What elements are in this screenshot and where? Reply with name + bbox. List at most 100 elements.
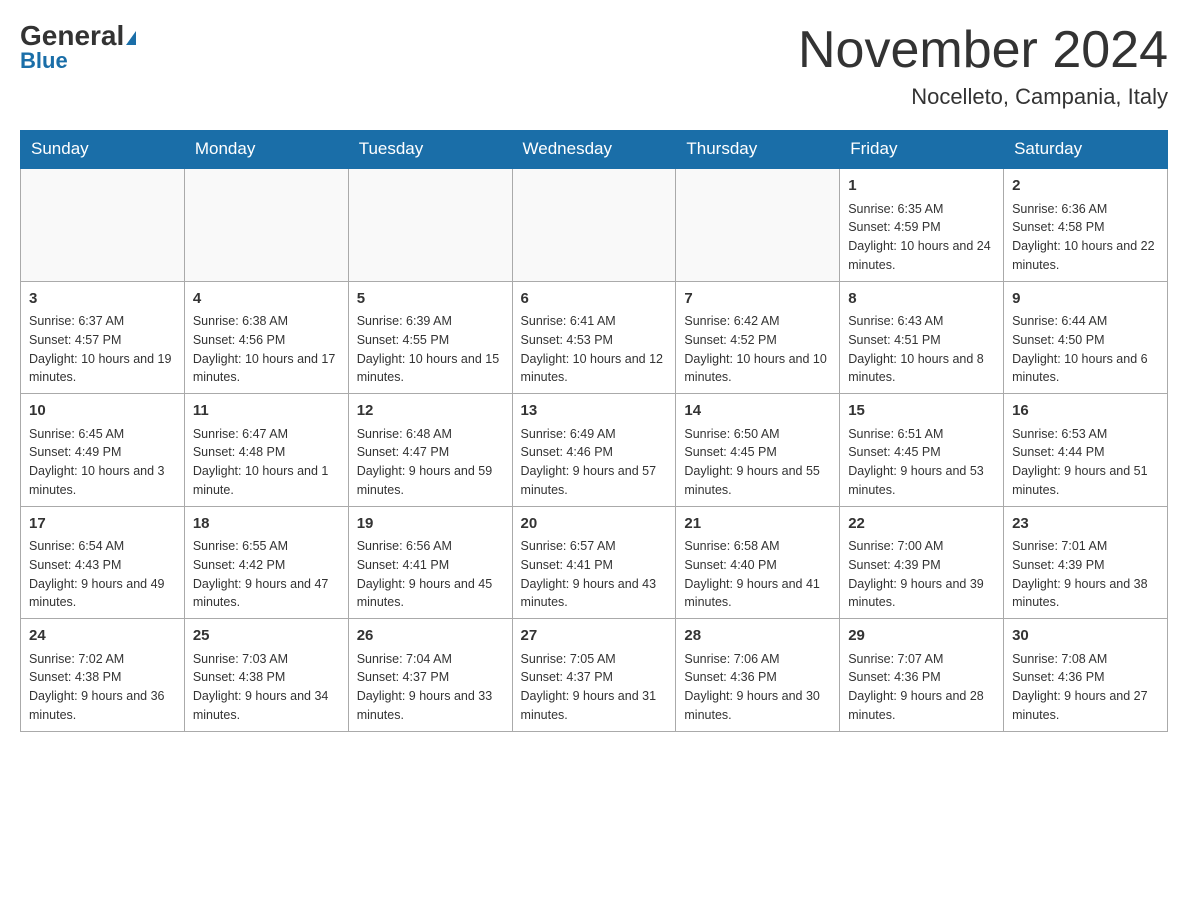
day-number: 22 [848,513,995,536]
day-number: 2 [1012,175,1159,198]
day-header-tuesday: Tuesday [348,131,512,169]
calendar-cell: 17Sunrise: 6:54 AM Sunset: 4:43 PM Dayli… [21,506,185,619]
day-info: Sunrise: 6:54 AM Sunset: 4:43 PM Dayligh… [29,537,176,612]
calendar-cell: 7Sunrise: 6:42 AM Sunset: 4:52 PM Daylig… [676,281,840,394]
page-header: General Blue November 2024 Nocelleto, Ca… [20,20,1168,110]
day-info: Sunrise: 7:07 AM Sunset: 4:36 PM Dayligh… [848,650,995,725]
day-info: Sunrise: 6:49 AM Sunset: 4:46 PM Dayligh… [521,425,668,500]
calendar-week-row: 3Sunrise: 6:37 AM Sunset: 4:57 PM Daylig… [21,281,1168,394]
calendar-cell: 8Sunrise: 6:43 AM Sunset: 4:51 PM Daylig… [840,281,1004,394]
calendar-cell: 28Sunrise: 7:06 AM Sunset: 4:36 PM Dayli… [676,619,840,732]
day-number: 9 [1012,288,1159,311]
day-number: 5 [357,288,504,311]
day-info: Sunrise: 6:58 AM Sunset: 4:40 PM Dayligh… [684,537,831,612]
day-info: Sunrise: 6:47 AM Sunset: 4:48 PM Dayligh… [193,425,340,500]
calendar-week-row: 24Sunrise: 7:02 AM Sunset: 4:38 PM Dayli… [21,619,1168,732]
day-info: Sunrise: 6:42 AM Sunset: 4:52 PM Dayligh… [684,312,831,387]
calendar-table: SundayMondayTuesdayWednesdayThursdayFrid… [20,130,1168,732]
calendar-cell: 19Sunrise: 6:56 AM Sunset: 4:41 PM Dayli… [348,506,512,619]
day-info: Sunrise: 6:38 AM Sunset: 4:56 PM Dayligh… [193,312,340,387]
day-number: 26 [357,625,504,648]
day-header-friday: Friday [840,131,1004,169]
calendar-cell: 6Sunrise: 6:41 AM Sunset: 4:53 PM Daylig… [512,281,676,394]
day-info: Sunrise: 6:44 AM Sunset: 4:50 PM Dayligh… [1012,312,1159,387]
day-number: 23 [1012,513,1159,536]
day-number: 8 [848,288,995,311]
day-info: Sunrise: 7:08 AM Sunset: 4:36 PM Dayligh… [1012,650,1159,725]
calendar-cell: 10Sunrise: 6:45 AM Sunset: 4:49 PM Dayli… [21,394,185,507]
day-number: 28 [684,625,831,648]
day-number: 19 [357,513,504,536]
calendar-cell: 30Sunrise: 7:08 AM Sunset: 4:36 PM Dayli… [1004,619,1168,732]
calendar-cell: 24Sunrise: 7:02 AM Sunset: 4:38 PM Dayli… [21,619,185,732]
calendar-cell: 11Sunrise: 6:47 AM Sunset: 4:48 PM Dayli… [184,394,348,507]
calendar-cell: 1Sunrise: 6:35 AM Sunset: 4:59 PM Daylig… [840,168,1004,281]
day-number: 14 [684,400,831,423]
day-info: Sunrise: 7:02 AM Sunset: 4:38 PM Dayligh… [29,650,176,725]
day-number: 12 [357,400,504,423]
day-info: Sunrise: 6:43 AM Sunset: 4:51 PM Dayligh… [848,312,995,387]
month-title: November 2024 [798,20,1168,80]
day-number: 24 [29,625,176,648]
day-info: Sunrise: 6:37 AM Sunset: 4:57 PM Dayligh… [29,312,176,387]
calendar-cell [348,168,512,281]
calendar-cell: 27Sunrise: 7:05 AM Sunset: 4:37 PM Dayli… [512,619,676,732]
day-header-thursday: Thursday [676,131,840,169]
day-number: 10 [29,400,176,423]
day-info: Sunrise: 7:01 AM Sunset: 4:39 PM Dayligh… [1012,537,1159,612]
day-info: Sunrise: 6:51 AM Sunset: 4:45 PM Dayligh… [848,425,995,500]
calendar-cell: 22Sunrise: 7:00 AM Sunset: 4:39 PM Dayli… [840,506,1004,619]
calendar-cell: 12Sunrise: 6:48 AM Sunset: 4:47 PM Dayli… [348,394,512,507]
calendar-cell: 14Sunrise: 6:50 AM Sunset: 4:45 PM Dayli… [676,394,840,507]
calendar-cell: 3Sunrise: 6:37 AM Sunset: 4:57 PM Daylig… [21,281,185,394]
day-number: 11 [193,400,340,423]
calendar-header-row: SundayMondayTuesdayWednesdayThursdayFrid… [21,131,1168,169]
day-info: Sunrise: 7:05 AM Sunset: 4:37 PM Dayligh… [521,650,668,725]
day-number: 16 [1012,400,1159,423]
day-info: Sunrise: 6:35 AM Sunset: 4:59 PM Dayligh… [848,200,995,275]
title-section: November 2024 Nocelleto, Campania, Italy [798,20,1168,110]
calendar-cell: 13Sunrise: 6:49 AM Sunset: 4:46 PM Dayli… [512,394,676,507]
day-number: 6 [521,288,668,311]
day-info: Sunrise: 7:03 AM Sunset: 4:38 PM Dayligh… [193,650,340,725]
day-info: Sunrise: 6:39 AM Sunset: 4:55 PM Dayligh… [357,312,504,387]
day-number: 4 [193,288,340,311]
day-number: 15 [848,400,995,423]
logo-triangle-icon [126,31,136,45]
day-number: 21 [684,513,831,536]
day-info: Sunrise: 6:57 AM Sunset: 4:41 PM Dayligh… [521,537,668,612]
day-info: Sunrise: 6:50 AM Sunset: 4:45 PM Dayligh… [684,425,831,500]
logo-blue: Blue [20,48,68,74]
calendar-cell [676,168,840,281]
calendar-cell: 4Sunrise: 6:38 AM Sunset: 4:56 PM Daylig… [184,281,348,394]
calendar-cell [512,168,676,281]
day-number: 3 [29,288,176,311]
day-info: Sunrise: 6:56 AM Sunset: 4:41 PM Dayligh… [357,537,504,612]
day-number: 29 [848,625,995,648]
calendar-week-row: 1Sunrise: 6:35 AM Sunset: 4:59 PM Daylig… [21,168,1168,281]
calendar-cell: 21Sunrise: 6:58 AM Sunset: 4:40 PM Dayli… [676,506,840,619]
logo: General Blue [20,20,136,74]
calendar-week-row: 10Sunrise: 6:45 AM Sunset: 4:49 PM Dayli… [21,394,1168,507]
day-info: Sunrise: 6:41 AM Sunset: 4:53 PM Dayligh… [521,312,668,387]
calendar-cell: 26Sunrise: 7:04 AM Sunset: 4:37 PM Dayli… [348,619,512,732]
day-info: Sunrise: 6:36 AM Sunset: 4:58 PM Dayligh… [1012,200,1159,275]
day-info: Sunrise: 6:45 AM Sunset: 4:49 PM Dayligh… [29,425,176,500]
calendar-cell [21,168,185,281]
day-info: Sunrise: 7:00 AM Sunset: 4:39 PM Dayligh… [848,537,995,612]
calendar-week-row: 17Sunrise: 6:54 AM Sunset: 4:43 PM Dayli… [21,506,1168,619]
calendar-cell: 23Sunrise: 7:01 AM Sunset: 4:39 PM Dayli… [1004,506,1168,619]
day-number: 27 [521,625,668,648]
calendar-cell: 29Sunrise: 7:07 AM Sunset: 4:36 PM Dayli… [840,619,1004,732]
day-header-wednesday: Wednesday [512,131,676,169]
day-info: Sunrise: 6:48 AM Sunset: 4:47 PM Dayligh… [357,425,504,500]
calendar-cell [184,168,348,281]
day-number: 1 [848,175,995,198]
calendar-cell: 18Sunrise: 6:55 AM Sunset: 4:42 PM Dayli… [184,506,348,619]
day-number: 7 [684,288,831,311]
day-info: Sunrise: 6:53 AM Sunset: 4:44 PM Dayligh… [1012,425,1159,500]
calendar-cell: 16Sunrise: 6:53 AM Sunset: 4:44 PM Dayli… [1004,394,1168,507]
day-number: 17 [29,513,176,536]
day-header-sunday: Sunday [21,131,185,169]
calendar-cell: 25Sunrise: 7:03 AM Sunset: 4:38 PM Dayli… [184,619,348,732]
